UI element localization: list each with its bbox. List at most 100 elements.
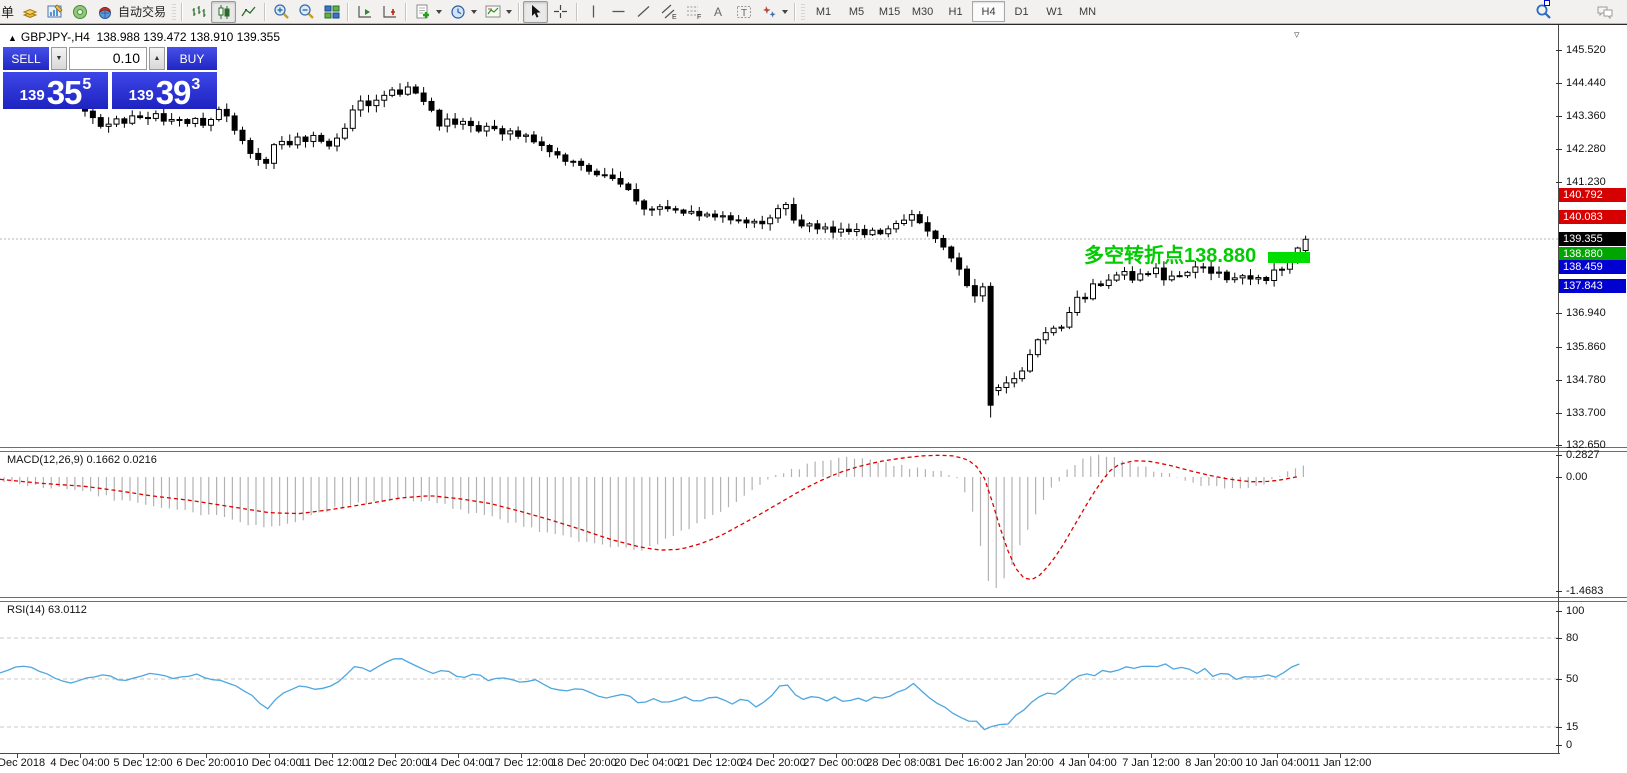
candle-body (1034, 339, 1041, 356)
rsi-axis-tick-mark (1556, 745, 1562, 746)
sell-quote-button[interactable]: 139 35 5 (3, 72, 108, 109)
date-axis-label: 5 Dec 12:00 (113, 757, 173, 769)
candle-body (310, 134, 317, 142)
candle-body (200, 117, 207, 126)
tab-timeframe-H1[interactable]: H1 (939, 1, 972, 22)
rsi-axis-tick: 80 (1566, 632, 1579, 644)
candle-body (995, 386, 1002, 392)
candle-body (570, 160, 577, 163)
candle-body (184, 119, 191, 124)
candle-body (247, 140, 254, 154)
collapse-panel-arrow[interactable]: ▲ (8, 33, 17, 43)
line-drag-handle[interactable] (1544, 0, 1550, 6)
tab-timeframe-M15[interactable]: M15 (873, 1, 906, 22)
green-level-marker[interactable] (1268, 252, 1310, 263)
tab-timeframe-H4[interactable]: H4 (972, 1, 1006, 22)
auto-trading-button[interactable] (92, 1, 117, 23)
vertical-line-button[interactable] (581, 1, 606, 23)
chart-shift-button[interactable] (377, 1, 402, 23)
volume-input[interactable]: 0.10 (69, 47, 147, 70)
vertical-line-icon (592, 5, 595, 18)
periods-button[interactable] (445, 1, 470, 23)
tab-timeframe-D1[interactable]: D1 (1005, 1, 1038, 22)
chat-icon (1597, 6, 1612, 19)
rsi-axis-tick: 15 (1566, 721, 1579, 733)
chart-bottom-frame (0, 753, 1560, 754)
candle-body (940, 237, 947, 248)
price-axis-tick-mark (1556, 182, 1562, 183)
zoom-in-button[interactable] (269, 1, 294, 23)
chart-shift-marker[interactable]: ▿ (1294, 28, 1300, 41)
price-tag[interactable]: 140.083 (1559, 210, 1626, 224)
volume-decrease-button[interactable]: ▼ (51, 47, 67, 70)
price-axis-tick-mark (1556, 50, 1562, 51)
text-button[interactable]: A (706, 1, 731, 23)
fibonacci-button[interactable]: F (681, 1, 706, 23)
periods-dropdown-caret[interactable] (471, 9, 478, 14)
new-order-button[interactable]: 单 (0, 2, 17, 21)
history-center-icon[interactable] (17, 1, 42, 23)
zoom-out-button[interactable] (294, 1, 319, 23)
chat-button[interactable] (1592, 1, 1617, 23)
candle-body (727, 215, 734, 221)
candle-body (475, 125, 482, 132)
candlestick-chart[interactable] (0, 25, 1558, 447)
indicators-button[interactable] (410, 1, 435, 23)
rsi-axis-tick-mark (1556, 638, 1562, 639)
tile-windows-button[interactable] (319, 1, 344, 23)
rsi-indicator-chart[interactable] (0, 601, 1558, 753)
auto-scroll-button[interactable] (352, 1, 377, 23)
bar-chart-button[interactable] (186, 1, 211, 23)
sound-button[interactable] (67, 1, 92, 23)
crosshair-button[interactable] (548, 1, 573, 23)
cursor-button[interactable] (523, 0, 549, 23)
price-tag[interactable]: 138.880 (1559, 247, 1626, 261)
buy-quote-button[interactable]: 139 39 3 (112, 72, 217, 109)
arrows-dropdown-caret[interactable] (782, 9, 789, 14)
macd-indicator-chart[interactable] (0, 451, 1558, 597)
line-chart-button[interactable] (236, 1, 261, 23)
equidistant-channel-button[interactable]: E (656, 1, 681, 23)
tab-timeframe-M5[interactable]: M5 (840, 1, 873, 22)
candle-body (499, 128, 506, 135)
candle-body (89, 110, 96, 119)
horizontal-line-button[interactable] (606, 1, 631, 23)
sell-button[interactable]: SELL (3, 47, 49, 70)
tab-timeframe-M30[interactable]: M30 (906, 1, 939, 22)
candle-body (956, 257, 963, 270)
trendline-button[interactable] (631, 1, 656, 23)
candle-body (554, 151, 561, 156)
candle-body (1027, 354, 1033, 372)
tab-timeframe-MN[interactable]: MN (1071, 1, 1104, 22)
candle-body (420, 92, 427, 102)
chart-annotation-text[interactable]: 多空转折点138.880 (1084, 239, 1256, 268)
candle-body (782, 204, 789, 210)
price-tag[interactable]: 139.355 (1559, 232, 1626, 246)
chart-title: ▲ GBPJPY-,H4 138.988 139.472 138.910 139.… (8, 30, 280, 44)
text-label-button[interactable]: T (731, 1, 756, 23)
tab-timeframe-W1[interactable]: W1 (1038, 1, 1071, 22)
candle-body (932, 230, 939, 239)
macd-label: MACD(12,26,9) 0.1662 0.0216 (7, 454, 157, 466)
new-chart-button[interactable] (42, 1, 67, 23)
candle-body (893, 223, 900, 230)
price-tag[interactable]: 140.792 (1559, 188, 1626, 202)
templates-button[interactable] (480, 1, 505, 23)
tab-timeframe-M1[interactable]: M1 (807, 1, 840, 22)
price-tag[interactable]: 137.843 (1559, 279, 1626, 293)
zoom-in-icon (274, 4, 289, 19)
candle-body (1097, 283, 1104, 287)
candlestick-chart-button[interactable] (211, 0, 237, 23)
candle-body (656, 206, 663, 210)
candle-body (1003, 382, 1010, 388)
date-axis-label: 10 Jan 04:00 (1245, 757, 1309, 769)
buy-button[interactable]: BUY (167, 47, 217, 70)
volume-increase-button[interactable]: ▲ (149, 47, 165, 70)
price-tag[interactable]: 138.459 (1559, 260, 1626, 274)
indicators-dropdown-caret[interactable] (436, 9, 443, 14)
auto-trading-label[interactable]: 自动交易 (117, 3, 170, 20)
date-axis-label: 24 Dec 20:00 (740, 757, 806, 769)
arrows-button[interactable] (756, 1, 781, 23)
candle-body (334, 137, 340, 147)
templates-dropdown-caret[interactable] (506, 9, 513, 14)
